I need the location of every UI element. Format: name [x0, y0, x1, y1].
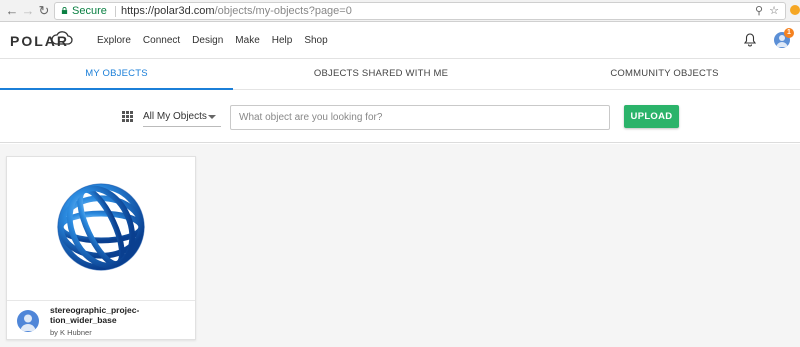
site-header: POLAR Explore Connect Design Make Help S… — [0, 23, 800, 59]
lock-icon — [61, 7, 68, 14]
zoom-icon[interactable]: ⚲ — [755, 5, 763, 17]
forward-icon[interactable]: → — [20, 3, 36, 19]
search-input[interactable] — [230, 105, 610, 130]
upload-button[interactable]: UPLOAD — [624, 105, 679, 128]
url-host: https://polar3d.com — [121, 5, 215, 17]
secure-label: Secure — [72, 5, 107, 17]
objects-grid: stereographic_projec-tion_wider_base by … — [0, 144, 800, 347]
url-text[interactable]: https://polar3d.com/objects/my-objects?p… — [121, 5, 352, 17]
back-icon[interactable]: ← — [4, 3, 20, 19]
sphere-model-image — [57, 183, 145, 271]
omnibox-actions: ⚲ ☆ — [755, 4, 779, 17]
menu-shop[interactable]: Shop — [304, 35, 327, 46]
filter-bar: All My Objects UPLOAD — [0, 91, 800, 143]
url-path: /objects/my-objects?page=0 — [214, 5, 352, 17]
menu-make[interactable]: Make — [235, 35, 259, 46]
owner-avatar[interactable] — [17, 310, 39, 332]
reload-icon[interactable]: ↻ — [36, 3, 52, 19]
object-tabs: MY OBJECTS OBJECTS SHARED WITH ME COMMUN… — [0, 60, 800, 90]
object-card-footer: stereographic_projec-tion_wider_base by … — [7, 300, 195, 340]
menu-connect[interactable]: Connect — [143, 35, 180, 46]
menu-help[interactable]: Help — [272, 35, 293, 46]
active-tab-indicator — [0, 88, 233, 90]
user-menu[interactable]: 1 — [774, 28, 794, 48]
tab-shared-with-me[interactable]: OBJECTS SHARED WITH ME — [233, 60, 529, 90]
main-menu: Explore Connect Design Make Help Shop — [97, 35, 328, 46]
menu-explore[interactable]: Explore — [97, 35, 131, 46]
tab-my-objects[interactable]: MY OBJECTS — [0, 60, 233, 90]
browser-toolbar: ← → ↻ Secure https://polar3d.com/objects… — [0, 0, 800, 22]
chevron-down-icon[interactable] — [208, 115, 216, 119]
bell-icon[interactable] — [744, 33, 756, 47]
user-silhouette-icon — [20, 314, 36, 331]
object-thumbnail[interactable] — [7, 157, 195, 297]
object-name[interactable]: stereographic_projec-tion_wider_base — [50, 305, 180, 325]
url-divider — [115, 6, 116, 17]
cloud-logo-icon[interactable] — [51, 30, 73, 46]
menu-design[interactable]: Design — [192, 35, 223, 46]
grid-view-icon[interactable] — [122, 111, 133, 122]
object-card[interactable]: stereographic_projec-tion_wider_base by … — [6, 156, 196, 340]
bookmark-star-icon[interactable]: ☆ — [769, 5, 779, 17]
tab-community-objects[interactable]: COMMUNITY OBJECTS — [529, 60, 800, 90]
address-bar[interactable]: Secure https://polar3d.com/objects/my-ob… — [54, 2, 786, 20]
object-owner: by K Hubner — [50, 328, 92, 337]
notification-badge: 1 — [784, 28, 794, 38]
extension-icon[interactable] — [790, 5, 800, 15]
